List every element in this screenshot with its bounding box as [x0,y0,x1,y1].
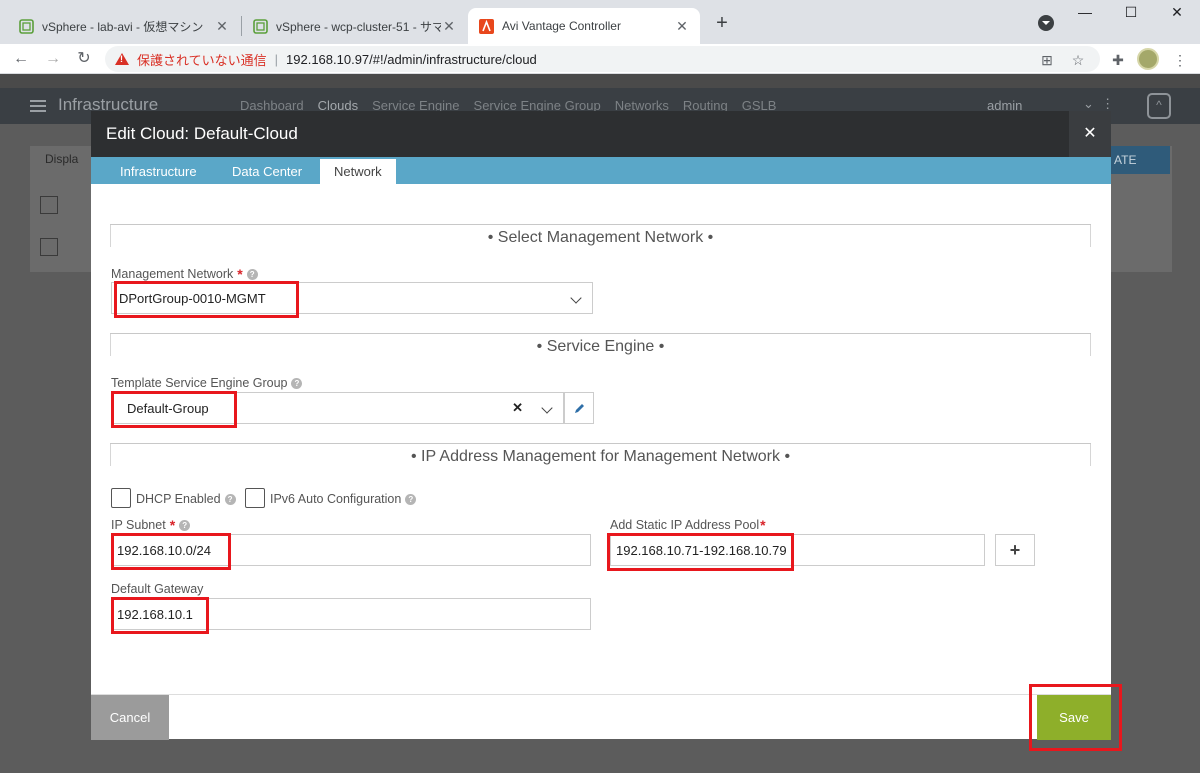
tab-title: vSphere - lab-avi - 仮想マシン [42,19,204,34]
tab-infrastructure[interactable]: Infrastructure [120,159,197,184]
avi-icon [478,18,494,34]
default-gateway-label: Default Gateway [111,582,204,596]
ip-subnet-label: IP Subnet * ? [111,517,191,533]
select-all-checkbox [40,196,58,214]
extensions-icon[interactable]: ✚ [1108,50,1128,70]
close-tab-icon[interactable]: ✕ [214,18,230,35]
close-tab-icon[interactable]: ✕ [674,18,690,35]
close-icon[interactable]: ✕ [1069,111,1111,157]
chevron-down-icon[interactable]: ⌄ ⋮ [1083,96,1114,112]
se-group-value: Default-Group [127,400,209,416]
dhcp-enabled-label: DHCP Enabled ? [136,492,236,506]
management-network-label: Management Network * ? [111,266,258,282]
help-icon[interactable]: ? [179,519,191,531]
modal-header: Edit Cloud: Default-Cloud ✕ [91,111,1111,157]
browser-tab-lab-avi[interactable]: vSphere - lab-avi - 仮想マシン ✕ [8,8,240,44]
tab-title: vSphere - wcp-cluster-51 - サマリ [276,19,441,34]
required-marker: * [169,517,176,533]
vsphere-icon [18,18,34,34]
ip-subnet-value: 192.168.10.0/24 [117,542,211,558]
dhcp-enabled-checkbox[interactable] [111,488,131,508]
default-gateway-input[interactable]: 192.168.10.1 [111,598,591,630]
help-icon[interactable]: ? [405,493,417,505]
management-network-value: DPortGroup-0010-MGMT [119,290,266,306]
security-status: 保護されていない通信 [137,52,267,68]
management-network-select[interactable]: DPortGroup-0010-MGMT [111,282,593,314]
minimize-icon[interactable]: — [1062,4,1108,20]
edit-se-group-button[interactable] [564,392,594,424]
chevron-down-icon[interactable] [541,402,553,414]
menu-icon[interactable]: ⋮ [1170,50,1190,70]
back-icon[interactable]: ← [10,48,32,70]
se-group-select[interactable]: Default-Group ✕ [111,392,564,424]
default-gateway-value: 192.168.10.1 [117,606,193,622]
browser-tab-wcp-cluster[interactable]: vSphere - wcp-cluster-51 - サマリ ✕ [242,8,467,44]
help-icon[interactable]: ? [246,268,258,280]
section-title: • Service Engine • [536,338,665,355]
tab-title: Avi Vantage Controller [502,19,621,33]
tab-search-icon[interactable] [1038,15,1054,31]
warning-icon [115,53,129,65]
pencil-icon [574,403,584,413]
required-marker: * [760,517,766,533]
translate-icon[interactable]: ⊞ [1037,50,1057,70]
ip-subnet-input[interactable]: 192.168.10.0/24 [111,534,591,566]
maximize-icon[interactable]: ☐ [1108,4,1154,21]
reload-icon[interactable]: ↻ [73,48,95,70]
forward-icon[interactable]: → [42,48,64,70]
section-service-engine: • Service Engine • [110,333,1091,363]
section-title: • Select Management Network • [487,229,714,246]
section-management-network: • Select Management Network • [110,224,1091,254]
new-tab-icon[interactable]: + [710,12,734,35]
avi-logo-icon: ^ [1147,93,1171,119]
help-icon[interactable]: ? [291,377,303,389]
static-pool-label: Add Static IP Address Pool * [610,517,766,533]
ipv6-auto-config-checkbox[interactable] [245,488,265,508]
vsphere-icon [252,18,268,34]
section-ipam: • IP Address Management for Management N… [110,443,1091,473]
row-checkbox [40,238,58,256]
modal-title: Edit Cloud: Default-Cloud [106,124,298,143]
static-pool-value: 192.168.10.71-192.168.10.79 [616,542,787,558]
address-bar[interactable]: 保護されていない通信 | 192.168.10.97/#!/admin/infr… [105,46,1100,72]
display-dropdown: Displa [45,152,79,166]
tab-data-center[interactable]: Data Center [232,159,302,184]
save-button[interactable]: Save [1037,695,1111,740]
static-pool-input[interactable]: 192.168.10.71-192.168.10.79 [610,534,985,566]
bookmark-star-icon[interactable]: ☆ [1068,50,1088,70]
hamburger-icon[interactable] [30,100,46,112]
url-text: 192.168.10.97/#!/admin/infrastructure/cl… [286,51,537,67]
tab-network[interactable]: Network [320,159,396,184]
modal-tab-bar: Infrastructure Data Center Network [91,157,1111,184]
plus-icon: + [1009,539,1021,560]
clear-icon[interactable]: ✕ [512,400,523,416]
chevron-down-icon[interactable] [570,292,582,304]
close-tab-icon[interactable]: ✕ [441,18,457,35]
browser-tab-strip: vSphere - lab-avi - 仮想マシン ✕ vSphere - wc… [0,0,1200,44]
add-pool-button[interactable]: + [995,534,1035,566]
se-group-label: Template Service Engine Group ? [111,376,303,390]
edit-cloud-modal: Edit Cloud: Default-Cloud ✕ Infrastructu… [91,111,1111,740]
help-icon[interactable]: ? [224,493,236,505]
create-button: ATE [1110,146,1170,174]
window-close-icon[interactable]: ✕ [1154,4,1200,21]
required-marker: * [237,266,243,282]
browser-toolbar: ← → ↻ 保護されていない通信 | 192.168.10.97/#!/admi… [0,44,1200,74]
modal-footer: Cancel Save [91,694,1111,740]
profile-avatar[interactable] [1137,48,1159,70]
section-title: • IP Address Management for Management N… [410,448,791,465]
browser-tab-avi[interactable]: Avi Vantage Controller ✕ [468,8,700,44]
cancel-button[interactable]: Cancel [91,695,169,740]
ipv6-auto-config-label: IPv6 Auto Configuration ? [270,492,417,506]
url-divider: | [274,51,279,67]
